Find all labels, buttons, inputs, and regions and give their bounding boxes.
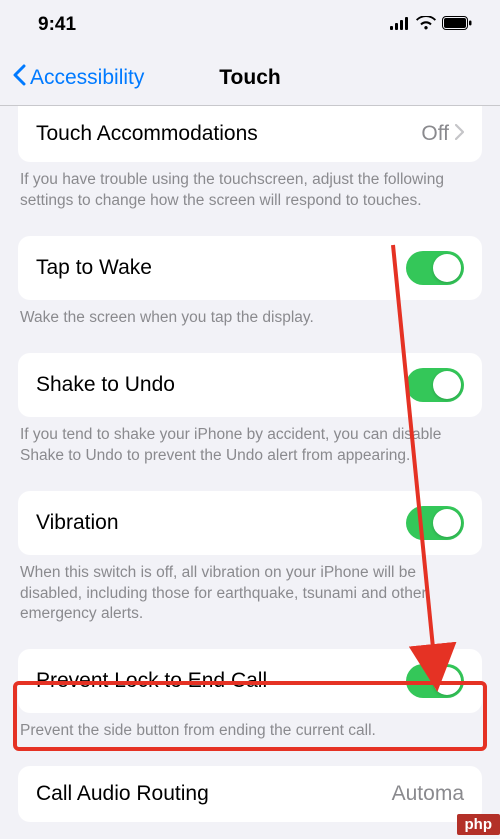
wifi-icon (416, 14, 436, 36)
battery-icon (442, 14, 472, 36)
status-bar: 9:41 (0, 0, 500, 50)
chevron-right-icon (455, 123, 464, 146)
nav-bar: Accessibility Touch (0, 50, 500, 106)
tap-to-wake-toggle[interactable] (406, 251, 464, 285)
chevron-left-icon (12, 64, 26, 92)
status-time: 9:41 (38, 14, 76, 36)
tap-to-wake-cell: Tap to Wake (18, 236, 482, 300)
vibration-cell: Vibration (18, 491, 482, 555)
watermark: php (457, 814, 500, 835)
prevent-lock-toggle[interactable] (406, 664, 464, 698)
cell-value: Automa (392, 782, 464, 806)
cellular-icon (390, 14, 410, 36)
group-footer: Prevent the side button from ending the … (0, 713, 500, 742)
shake-to-undo-toggle[interactable] (406, 368, 464, 402)
group-footer: If you have trouble using the touchscree… (0, 162, 500, 212)
cell-label: Shake to Undo (36, 373, 406, 397)
group-footer: When this switch is off, all vibration o… (0, 555, 500, 626)
prevent-lock-cell: Prevent Lock to End Call (18, 649, 482, 713)
vibration-toggle[interactable] (406, 506, 464, 540)
group-footer: Wake the screen when you tap the display… (0, 300, 500, 329)
cell-value: Off (421, 122, 449, 146)
cell-label: Vibration (36, 511, 406, 535)
shake-to-undo-cell: Shake to Undo (18, 353, 482, 417)
group-footer: If you tend to shake your iPhone by acci… (0, 417, 500, 467)
back-button[interactable]: Accessibility (12, 64, 144, 92)
cell-label: Prevent Lock to End Call (36, 669, 406, 693)
call-audio-routing-cell[interactable]: Call Audio Routing Automa (18, 766, 482, 822)
cell-label: Tap to Wake (36, 256, 406, 280)
cell-label: Call Audio Routing (36, 782, 392, 806)
touch-accommodations-cell[interactable]: Touch Accommodations Off (18, 106, 482, 162)
back-label: Accessibility (30, 66, 144, 90)
status-icons (390, 14, 472, 36)
cell-label: Touch Accommodations (36, 122, 421, 146)
content: Touch Accommodations Off If you have tro… (0, 106, 500, 822)
